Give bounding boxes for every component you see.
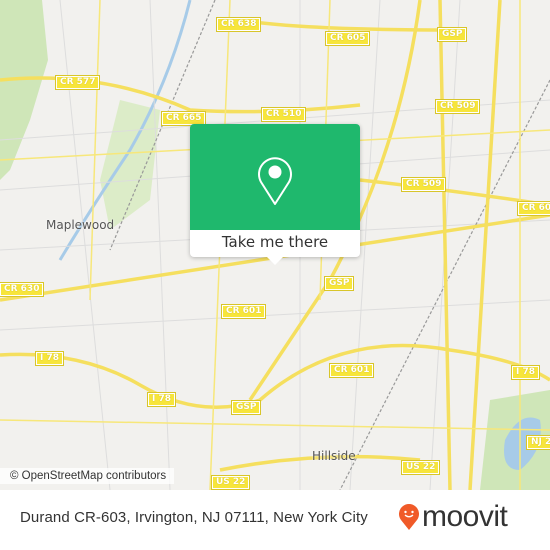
moovit-logo: moovit xyxy=(398,500,508,533)
footer: Durand CR-603, Irvington, NJ 07111, New … xyxy=(0,490,550,550)
road-shield: CR 577 xyxy=(54,75,101,90)
road-shield: CR 510 xyxy=(260,107,307,122)
road-shield: NJ 2 xyxy=(525,435,550,450)
popup-header xyxy=(190,124,360,230)
map[interactable]: CR 638 CR 605 GSP CR 577 CR 665 CR 510 CR 509 C… xyxy=(0,0,550,490)
road-shield: GSP xyxy=(230,400,262,415)
park xyxy=(100,100,160,230)
moovit-wordmark: moovit xyxy=(422,500,508,533)
road-shield: I 78 xyxy=(34,351,65,366)
road-shield: CR 601 xyxy=(328,363,375,378)
park-reservation xyxy=(0,0,48,180)
road-shield: CR 601 xyxy=(220,304,267,319)
road-shield: CR 630 xyxy=(0,282,45,297)
road-shield: CR 605 xyxy=(324,31,371,46)
moovit-pin-icon xyxy=(399,504,419,530)
road-shield: CR 509 xyxy=(434,99,481,114)
road-shield: CR 60 xyxy=(516,201,550,216)
road-shield: GSP xyxy=(436,27,468,42)
place-label: Maplewood xyxy=(46,218,115,232)
road-shield: GSP xyxy=(323,276,355,291)
road-shield: I 78 xyxy=(146,392,177,407)
road-shield: US 22 xyxy=(400,460,441,475)
take-me-there-button[interactable]: Take me there xyxy=(190,230,360,257)
road-shield: I 78 xyxy=(510,365,541,380)
road-shield: CR 638 xyxy=(215,17,262,32)
place-label: Hillside xyxy=(312,449,356,463)
map-attribution[interactable]: © OpenStreetMap contributors xyxy=(0,468,175,484)
location-popup: Take me there xyxy=(190,124,360,265)
map-pin-icon xyxy=(258,157,292,205)
road-shield: CR 509 xyxy=(400,177,447,192)
road-shield: US 22 xyxy=(210,475,251,490)
address-text: Durand CR-603, Irvington, NJ 07111, New … xyxy=(20,509,368,526)
